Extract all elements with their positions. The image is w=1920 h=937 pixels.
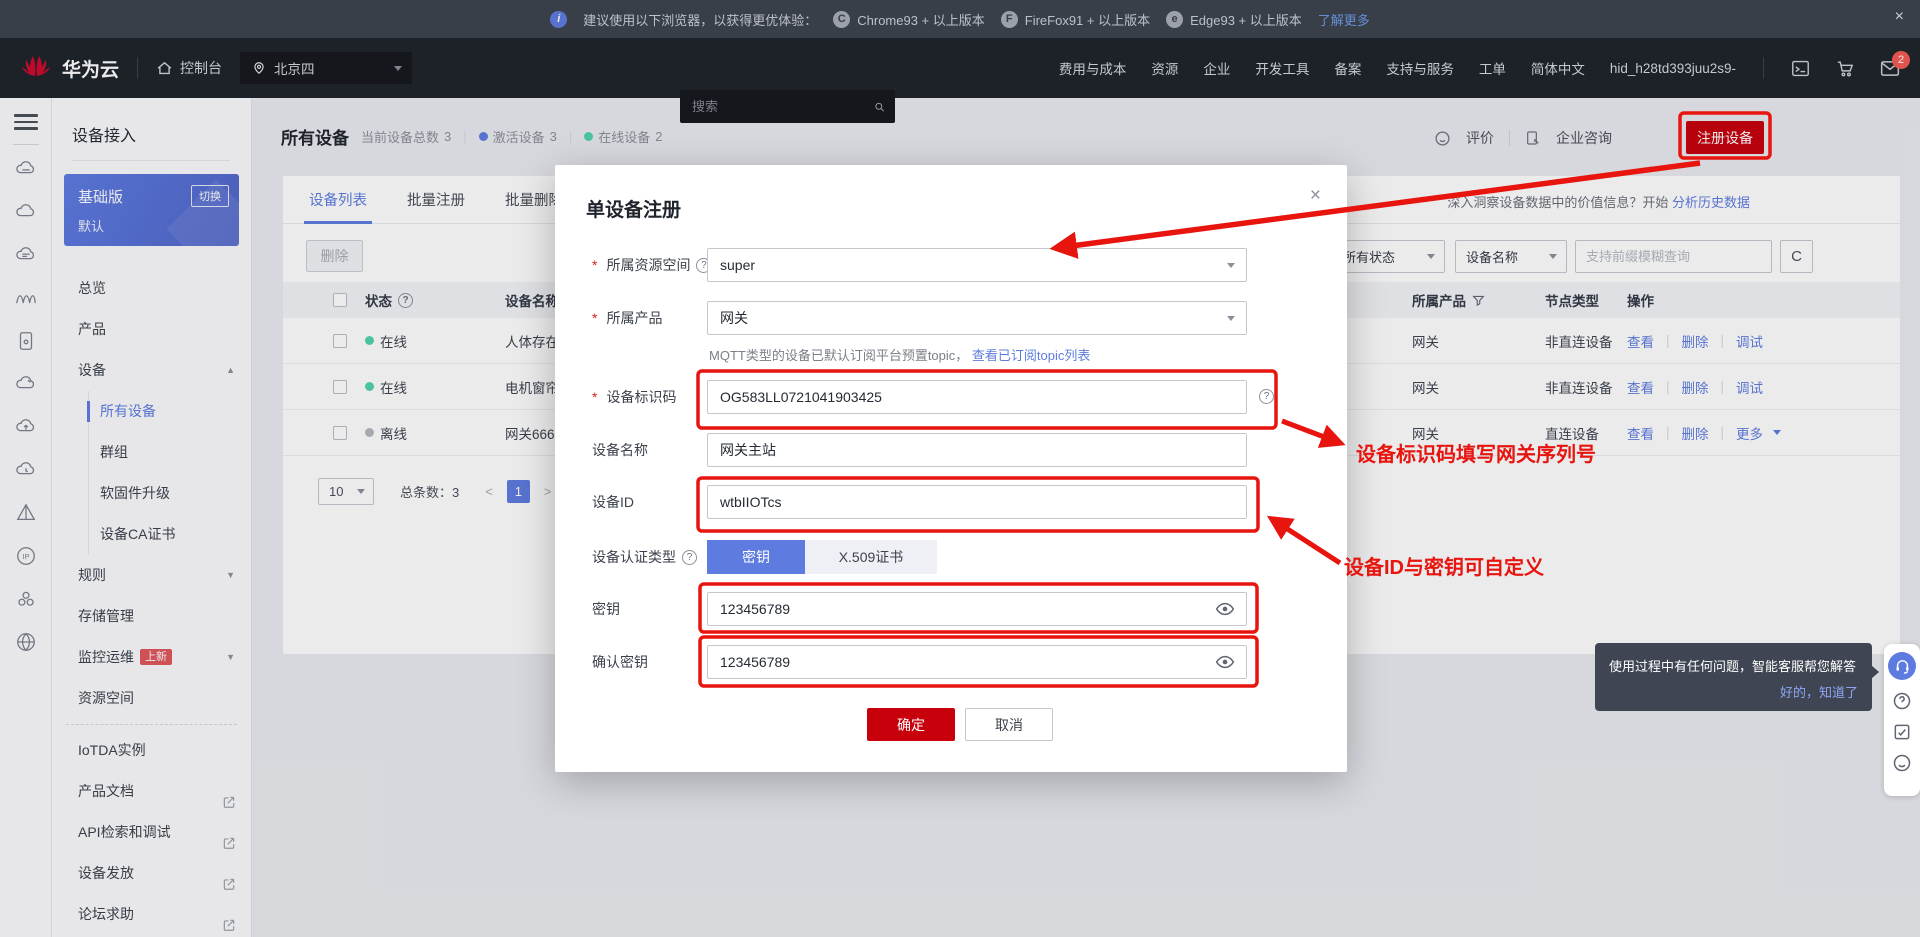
confirm-secret-input[interactable]: [707, 645, 1247, 679]
eye-icon[interactable]: [1215, 599, 1235, 619]
device-code-input[interactable]: [707, 380, 1247, 414]
assistant-tooltip: 使用过程中有任何问题，智能客服帮您解答 好的，知道了: [1595, 643, 1872, 711]
auth-type-segment: 密钥 X.509证书: [707, 540, 937, 574]
modal-title: 单设备注册: [586, 195, 681, 222]
device-name-label: 设备名称: [592, 440, 720, 460]
device-id-label: 设备ID: [592, 492, 720, 512]
question-icon[interactable]: [1892, 691, 1912, 711]
customer-service-icon[interactable]: [1888, 652, 1916, 680]
chevron-down-icon: [1227, 316, 1235, 321]
product-label: 所属产品: [592, 308, 720, 328]
resource-space-value: super: [720, 257, 755, 273]
eye-icon[interactable]: [1215, 652, 1235, 672]
mqtt-note-text: MQTT类型的设备已默认订阅平台预置topic，: [709, 348, 968, 363]
assistant-tooltip-text: 使用过程中有任何问题，智能客服帮您解答: [1609, 656, 1858, 675]
resource-space-select[interactable]: super: [707, 248, 1247, 282]
help-icon[interactable]: ?: [1259, 389, 1274, 404]
mqtt-note: MQTT类型的设备已默认订阅平台预置topic， 查看已订阅topic列表: [709, 345, 1090, 364]
secret-input[interactable]: [707, 592, 1247, 626]
chevron-down-icon: [1227, 263, 1235, 268]
product-select[interactable]: 网关: [707, 301, 1247, 335]
topic-list-link[interactable]: 查看已订阅topic列表: [972, 348, 1090, 363]
close-icon[interactable]: ×: [1310, 185, 1321, 207]
auth-type-label: 设备认证类型?: [592, 547, 720, 567]
auth-x509-option[interactable]: X.509证书: [805, 540, 937, 574]
confirm-secret-label: 确认密钥: [592, 652, 720, 672]
help-icon[interactable]: ?: [682, 550, 697, 565]
feedback-icon[interactable]: [1892, 722, 1912, 742]
cancel-button[interactable]: 取消: [965, 708, 1053, 741]
device-code-label: 设备标识码: [592, 387, 720, 407]
auth-secret-option[interactable]: 密钥: [707, 540, 805, 574]
confirm-button[interactable]: 确定: [867, 708, 955, 741]
secret-label: 密钥: [592, 599, 720, 619]
device-id-input[interactable]: [707, 485, 1247, 519]
helper-strip: [1884, 644, 1920, 796]
resource-space-label: 所属资源空间?: [592, 255, 720, 275]
smiley-feedback-icon[interactable]: [1892, 753, 1912, 773]
device-name-input[interactable]: [707, 433, 1247, 467]
product-value: 网关: [720, 308, 748, 328]
assistant-dismiss-link[interactable]: 好的，知道了: [1609, 682, 1858, 701]
screen: i 建议使用以下浏览器，以获得更优体验： C Chrome93 + 以上版本 F…: [0, 0, 1920, 937]
single-device-register-modal: × 单设备注册 所属资源空间? super 所属产品 网关 MQTT类型的设备已…: [555, 165, 1347, 772]
